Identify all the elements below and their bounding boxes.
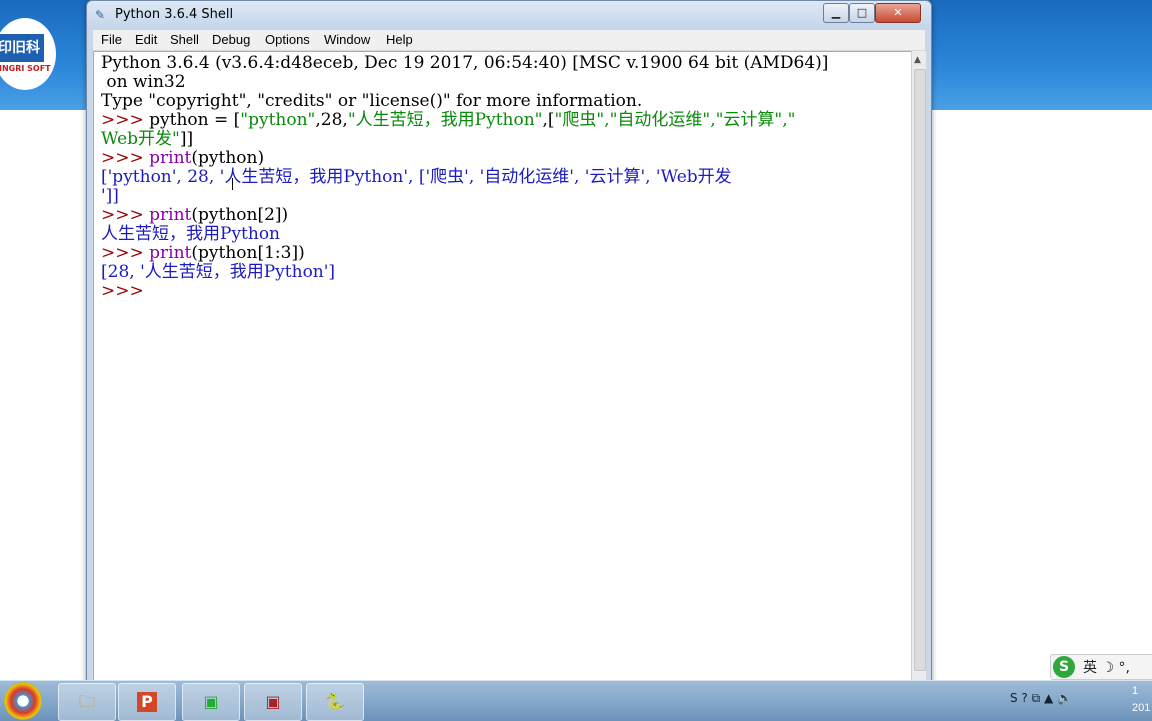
banner-line: Python 3.6.4 (v3.6.4:d48eceb, Dec 19 201…	[101, 53, 829, 73]
menu-help[interactable]: Help	[386, 32, 413, 47]
input-line-continued: Web开发"]]	[101, 130, 193, 149]
python-icon[interactable]: 🐍	[306, 683, 364, 721]
code: ,28,	[315, 110, 348, 130]
taskbar: 🗀 P ▣ ▣ 🐍 S ? ⧉ ▲ 🔈 1 201	[0, 680, 1152, 721]
output-line: 人生苦短，我用Python	[101, 224, 281, 244]
close-button[interactable]: ✕	[875, 3, 921, 23]
builtin-keyword: print	[149, 148, 192, 168]
menu-options[interactable]: Options	[265, 32, 310, 47]
menu-file[interactable]: File	[101, 32, 122, 47]
logo-subtext: JINGRI SOFT	[0, 64, 51, 73]
python-shell-window: ✎ Python 3.6.4 Shell ▁ □ ✕ File Edit She…	[86, 0, 932, 684]
menu-window[interactable]: Window	[324, 32, 370, 47]
input-line: >>> print(python[2])	[101, 206, 288, 225]
input-line: >>>	[101, 282, 149, 301]
ime-toolbar[interactable]: S 英 ☽ °,	[1050, 654, 1152, 680]
sogou-ime-icon[interactable]: S	[1053, 656, 1075, 678]
terminal-icon[interactable]: ▣	[182, 683, 240, 721]
banner-line: on win32	[101, 72, 186, 92]
code: ,[	[542, 110, 555, 130]
output-line: ']]	[101, 186, 119, 206]
prompt: >>>	[101, 110, 150, 130]
menu-edit[interactable]: Edit	[135, 32, 157, 47]
output-line: [28, '人生苦短，我用Python']	[101, 262, 336, 282]
code: (python)	[191, 148, 265, 168]
ime-mode-indicators[interactable]: 英 ☽ °,	[1083, 657, 1130, 677]
python-idle-icon: ✎	[95, 8, 106, 22]
clock[interactable]: 1 201	[1132, 683, 1150, 717]
prompt: >>>	[101, 205, 150, 225]
string-literal: "人生苦短，我用Python"	[347, 110, 543, 130]
string-literal: Web开发"	[101, 129, 180, 149]
menu-debug[interactable]: Debug	[212, 32, 250, 47]
scrollbar-thumb[interactable]	[914, 69, 926, 671]
logo-mark: 印旧科技	[0, 34, 44, 84]
maximize-button[interactable]: □	[849, 3, 875, 23]
string-literal: "爬虫","自动化运维","云计算","	[554, 110, 796, 130]
powerpoint-icon[interactable]: P	[118, 683, 176, 721]
prompt: >>>	[101, 281, 150, 301]
code: (python[2])	[191, 205, 289, 225]
input-line: >>> print(python)	[101, 149, 264, 168]
string-literal: "python"	[240, 110, 316, 130]
terminal-red-icon[interactable]: ▣	[244, 683, 302, 721]
prompt: >>>	[101, 148, 150, 168]
window-title: Python 3.6.4 Shell	[115, 7, 234, 22]
code: ]]	[179, 129, 194, 149]
title-bar[interactable]: ✎ Python 3.6.4 Shell ▁ □ ✕	[87, 1, 931, 29]
code: python = [	[149, 110, 241, 130]
menu-bar: File Edit Shell Debug Options Window Hel…	[93, 30, 925, 51]
input-line: >>> print(python[1:3])	[101, 244, 305, 263]
input-line: >>> python = ["python",28,"人生苦短，我用Python…	[101, 111, 795, 130]
file-explorer-icon[interactable]: 🗀	[58, 683, 116, 721]
builtin-keyword: print	[149, 243, 192, 263]
chrome-icon[interactable]	[4, 682, 42, 720]
vertical-scrollbar[interactable]: ▲	[911, 51, 926, 681]
shell-text-area[interactable]: Python 3.6.4 (v3.6.4:d48eceb, Dec 19 201…	[93, 51, 913, 683]
prompt: >>>	[101, 243, 150, 263]
banner-line: Type "copyright", "credits" or "license(…	[101, 91, 643, 111]
output-line: ['python', 28, '人生苦短，我用Python', ['爬虫', '…	[101, 167, 732, 187]
builtin-keyword: print	[149, 205, 192, 225]
minimize-button[interactable]: ▁	[823, 3, 849, 23]
scroll-up-icon[interactable]: ▲	[914, 55, 921, 65]
system-tray[interactable]: S ? ⧉ ▲ 🔈	[1010, 691, 1072, 706]
text-cursor-icon	[232, 178, 233, 190]
menu-shell[interactable]: Shell	[170, 32, 199, 47]
code: (python[1:3])	[191, 243, 305, 263]
